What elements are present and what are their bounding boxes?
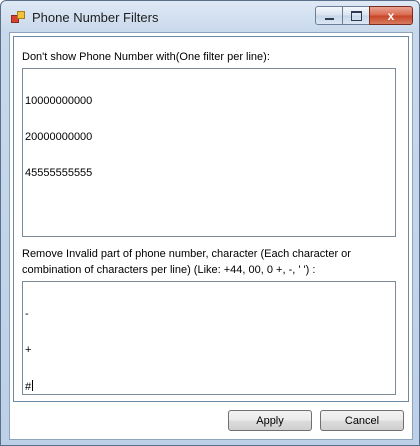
title-bar[interactable]: Phone Number Filters x	[1, 1, 419, 33]
window-title: Phone Number Filters	[32, 10, 159, 25]
text-caret	[32, 380, 34, 391]
phone-filters-textarea[interactable]: 10000000000 20000000000 45555555555	[22, 68, 396, 237]
maximize-icon	[350, 10, 362, 21]
filter-line: 10000000000	[25, 95, 93, 107]
invalid-chars-label: Remove Invalid part of phone number, cha…	[22, 248, 351, 276]
minimize-icon	[324, 17, 334, 20]
maximize-button[interactable]	[343, 6, 369, 25]
filters-label: Don't show Phone Number with(One filter …	[22, 51, 270, 63]
dialog-client-area: Don't show Phone Number with(One filter …	[9, 32, 413, 440]
caption-buttons: x	[315, 6, 413, 25]
invalid-char-line: +	[25, 344, 32, 356]
apply-button[interactable]: Apply	[228, 410, 312, 431]
filter-line: 20000000000	[25, 131, 93, 143]
app-icon	[11, 11, 25, 23]
invalid-chars-textarea[interactable]: - + #	[22, 281, 396, 395]
invalid-char-line: #	[25, 380, 393, 393]
invalid-char-line: -	[25, 308, 29, 320]
phone-number-filters-window: Phone Number Filters x Don't show Phone …	[0, 0, 420, 446]
filters-panel: Don't show Phone Number with(One filter …	[13, 36, 409, 402]
close-icon: x	[387, 8, 395, 23]
invalid-char-text: #	[25, 381, 32, 393]
close-button[interactable]: x	[369, 6, 413, 25]
cancel-button[interactable]: Cancel	[320, 410, 404, 431]
minimize-button[interactable]	[315, 6, 343, 25]
filter-line: 45555555555	[25, 167, 93, 179]
